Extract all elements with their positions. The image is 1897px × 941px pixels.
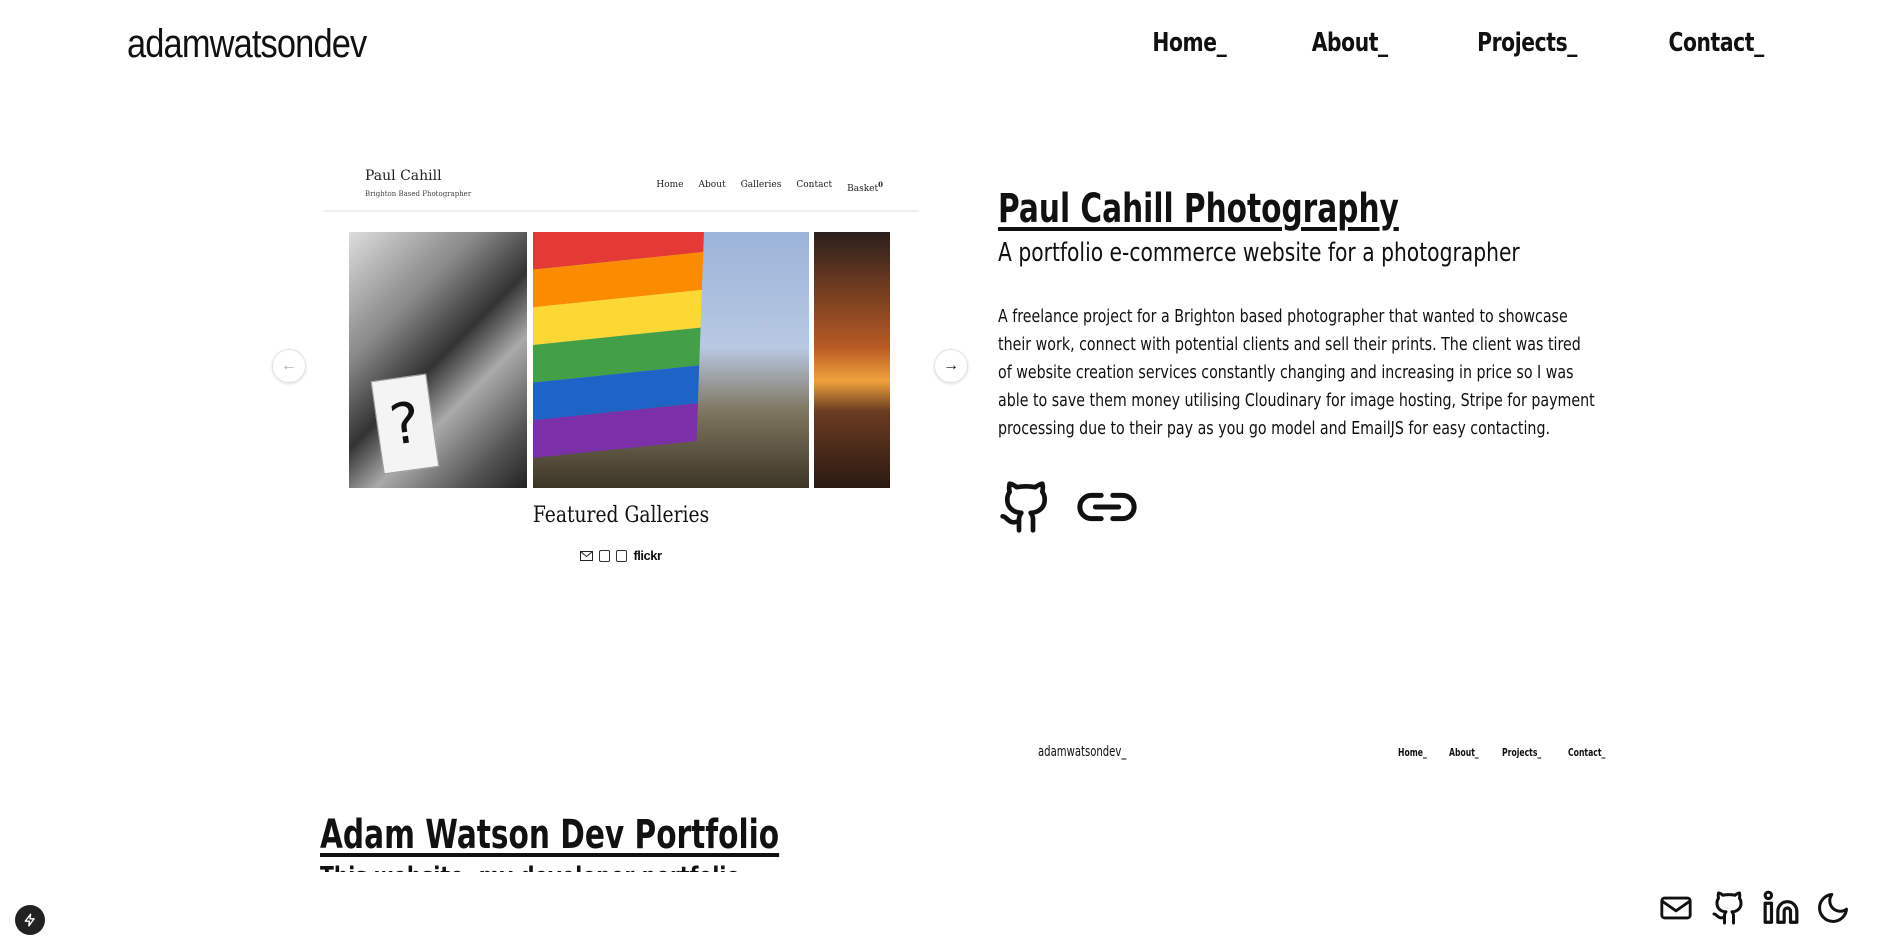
project-github-link[interactable]: [998, 476, 1054, 543]
nav-projects[interactable]: Projects_: [1477, 28, 1577, 58]
mail-icon: [1660, 896, 1692, 920]
gallery-image-protest: ?: [349, 232, 527, 488]
screenshot-nav-contact: Contact: [796, 180, 833, 190]
quick-action-button[interactable]: [15, 905, 45, 935]
main-nav: Home_ About_ Projects_ Contact_: [1142, 28, 1777, 58]
preview-site-logo: adamwatsondev_: [1038, 744, 1127, 760]
project-description: A freelance project for a Brighton based…: [998, 306, 1595, 439]
screenshot-nav-basket: Basket0: [847, 180, 883, 194]
project-live-link[interactable]: [1076, 487, 1138, 532]
question-sign-image: ?: [370, 373, 440, 475]
mail-icon: [580, 550, 594, 561]
rainbow-flag-image: [533, 232, 705, 461]
flickr-text: flickr: [633, 548, 662, 563]
project-subtitle: A portfolio e-commerce website for a pho…: [998, 238, 1520, 268]
footer-social-icons: [1656, 888, 1851, 933]
github-icon: [1000, 481, 1048, 533]
footer-github-link[interactable]: [1711, 888, 1747, 933]
preview-nav-contact: Contact_: [1567, 746, 1606, 759]
screenshot-nav-galleries: Galleries: [740, 180, 782, 190]
screenshot-basket-label: Basket: [847, 184, 879, 194]
preview-nav-home: Home_: [1398, 746, 1427, 759]
gallery-image-pier-sunset: [814, 232, 890, 488]
github-icon: [1712, 891, 1743, 925]
project-links: [998, 476, 1138, 543]
moon-icon: [1818, 893, 1848, 923]
preview-site-nav: Home_ About_ Projects_ Contact_: [1398, 746, 1611, 759]
footer-linkedin-link[interactable]: [1762, 889, 1800, 932]
preview-nav-about: About_: [1449, 746, 1479, 759]
screenshot-header: Paul Cahill Brighton Based Photographer …: [323, 156, 919, 212]
footer-mail-link[interactable]: [1656, 891, 1696, 930]
screenshot-caption: Featured Galleries: [532, 503, 710, 528]
arrow-left-icon: ←: [281, 357, 297, 374]
project2-subtitle: This website, my developer portfolio: [320, 862, 740, 872]
theme-toggle-button[interactable]: [1815, 890, 1851, 931]
instagram-icon: [599, 549, 611, 562]
nav-home[interactable]: Home_: [1153, 28, 1227, 58]
site-logo[interactable]: adamwatsondev: [127, 22, 367, 67]
gallery-image-pride-flag: [533, 232, 809, 488]
screenshot-basket-count: 0: [878, 180, 883, 189]
screenshot-site-name: Paul Cahill: [365, 168, 442, 184]
project-title[interactable]: Paul Cahill Photography: [998, 186, 1399, 232]
screenshot-site-subtitle: Brighton Based Photographer: [365, 190, 472, 198]
project2-subtitle-clip: This website, my developer portfolio: [320, 862, 740, 872]
screenshot-nav-home: Home: [656, 180, 684, 190]
arrow-right-icon: →: [943, 357, 959, 374]
carousel-prev-button[interactable]: ←: [272, 349, 306, 383]
screenshot-nav-about: About: [698, 180, 726, 190]
project2-title[interactable]: Adam Watson Dev Portfolio: [320, 812, 779, 858]
nav-contact[interactable]: Contact_: [1668, 28, 1764, 58]
linkedin-icon: [1763, 890, 1799, 924]
screenshot-social-icons: flickr: [323, 548, 919, 563]
project-carousel: Paul Cahill Brighton Based Photographer …: [323, 156, 919, 580]
carousel-next-button[interactable]: →: [934, 349, 968, 383]
preview-nav-projects: Projects_: [1501, 746, 1542, 759]
screenshot-nav: Home About Galleries Contact Basket0: [656, 180, 883, 194]
nav-about[interactable]: About_: [1312, 28, 1388, 58]
link-icon: [1077, 492, 1137, 522]
bolt-icon: [24, 913, 35, 927]
facebook-icon: [616, 549, 628, 562]
